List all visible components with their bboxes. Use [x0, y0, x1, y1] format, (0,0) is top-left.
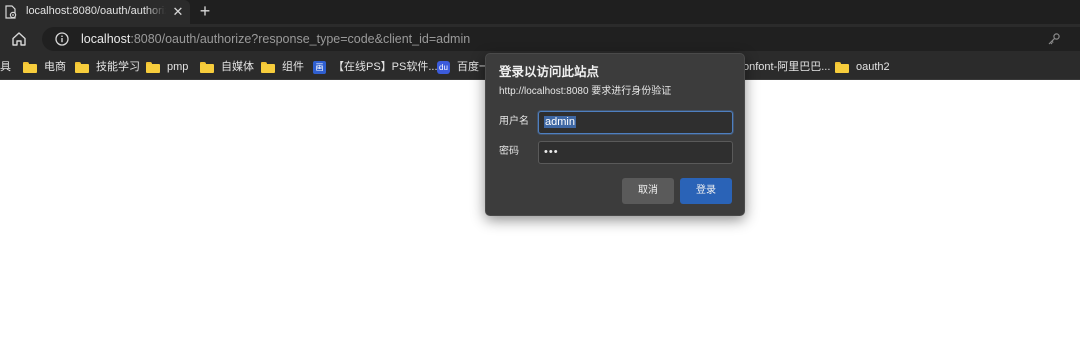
bookmark-label: 技能学习: [96, 61, 140, 73]
tab-strip: localhost:8080/oauth/authorize?response_…: [0, 0, 1080, 24]
bookmark-label: oauth2: [856, 61, 890, 73]
username-value: admin: [544, 116, 576, 128]
ps-site-icon: 画: [313, 60, 326, 74]
url-text: localhost:8080/oauth/authorize?response_…: [81, 31, 470, 47]
dialog-subtitle: http://localhost:8080 要求进行身份验证: [499, 86, 672, 97]
auth-dialog: 登录以访问此站点 http://localhost:8080 要求进行身份验证 …: [485, 53, 745, 216]
bookmark-label: 自媒体: [221, 61, 254, 73]
bookmark-label: 【在线PS】PS软件...: [333, 61, 438, 73]
url-host: localhost: [81, 32, 131, 46]
password-value: •••: [544, 146, 559, 158]
active-tab[interactable]: localhost:8080/oauth/authorize?response_…: [0, 0, 190, 24]
bookmark-label: pmp: [167, 61, 189, 73]
dialog-title: 登录以访问此站点: [499, 65, 600, 79]
url-path: :8080/oauth/authorize?response_type=code…: [130, 32, 471, 46]
bookmark-label: onfont-阿里巴巴...: [743, 61, 831, 73]
toolbar: localhost:8080/oauth/authorize?response_…: [0, 24, 1080, 54]
bookmark-folder[interactable]: 自媒体: [200, 59, 254, 75]
bookmark-folder[interactable]: pmp: [146, 59, 188, 75]
site-info-icon[interactable]: [55, 32, 69, 46]
login-button[interactable]: 登录: [680, 178, 732, 204]
bookmark-folder[interactable]: oauth2: [835, 59, 890, 75]
address-bar[interactable]: localhost:8080/oauth/authorize?response_…: [42, 27, 1080, 51]
bookmark-folder[interactable]: 技能学习: [75, 59, 140, 75]
cancel-button[interactable]: 取消: [622, 178, 674, 204]
username-label: 用户名: [499, 116, 529, 127]
key-icon[interactable]: [1047, 32, 1061, 46]
password-label: 密码: [499, 146, 519, 157]
folder-icon: [75, 61, 89, 73]
folder-icon: [146, 61, 160, 73]
bookmark-label: 具: [0, 61, 11, 73]
new-tab-button[interactable]: +: [196, 1, 214, 21]
folder-icon: [835, 61, 849, 73]
bookmark-item[interactable]: du 百度一: [437, 59, 490, 75]
bookmark-item[interactable]: 具: [0, 59, 11, 75]
bookmark-item[interactable]: onfont-阿里巴巴...: [743, 59, 830, 75]
password-field[interactable]: •••: [538, 141, 733, 164]
bookmark-label: 组件: [282, 61, 304, 73]
folder-icon: [23, 61, 37, 73]
tab-close-icon[interactable]: ✕: [171, 4, 185, 20]
home-icon[interactable]: [10, 30, 28, 48]
folder-icon: [200, 61, 214, 73]
baidu-icon: du: [437, 60, 450, 74]
bookmark-folder[interactable]: 电商: [23, 59, 66, 75]
page-gear-icon: [5, 5, 17, 19]
tab-title: localhost:8080/oauth/authorize?response_…: [26, 5, 166, 17]
folder-icon: [261, 61, 275, 73]
bookmark-label: 电商: [44, 61, 66, 73]
username-field[interactable]: admin: [538, 111, 733, 134]
bookmark-folder[interactable]: 组件: [261, 59, 304, 75]
bookmark-item[interactable]: 画 【在线PS】PS软件...: [313, 59, 438, 75]
